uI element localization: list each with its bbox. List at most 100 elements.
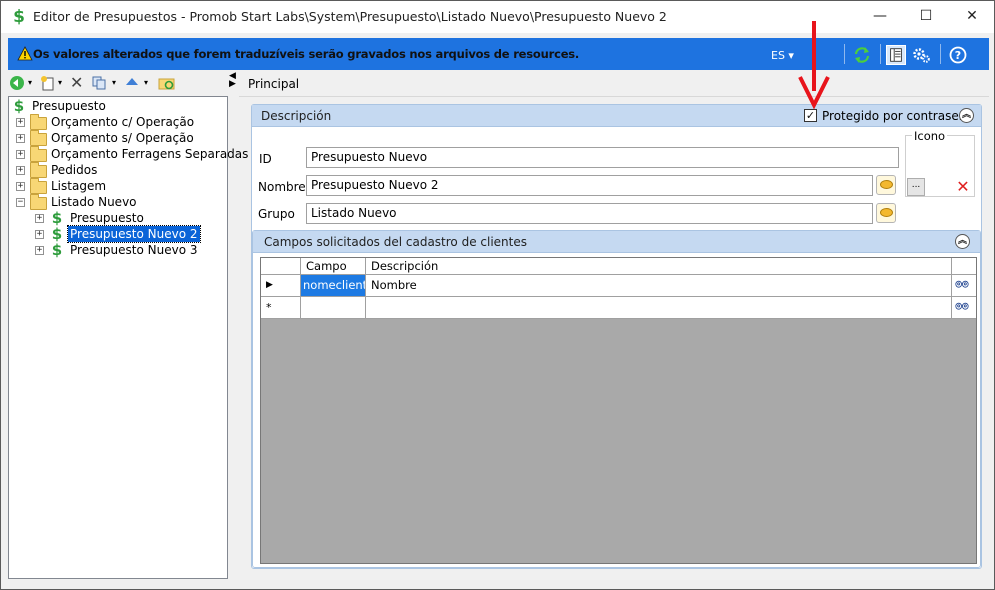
translate-group-button[interactable] — [876, 203, 896, 223]
fields-group: Campos solicitados del cadastro de clien… — [252, 230, 981, 568]
icon-label: Icono — [912, 129, 948, 143]
folder-icon — [30, 162, 47, 178]
tree-item[interactable]: Pedidos — [51, 162, 97, 178]
language-dropdown[interactable]: ES ▾ — [771, 49, 794, 62]
column-campo[interactable]: Campo — [301, 258, 366, 274]
campo-cell[interactable] — [301, 297, 366, 318]
speech-bubble-icon — [880, 208, 893, 217]
description-title: Descripción — [261, 109, 332, 123]
tree-item[interactable]: Orçamento c/ Operação — [51, 114, 194, 130]
dropdown-arrow-icon[interactable]: ▾ — [58, 75, 66, 91]
descripcion-cell[interactable] — [366, 297, 952, 318]
svg-text:?: ? — [955, 49, 961, 62]
table-row[interactable]: ▶ nomecliente Nombre ⌾⌾ — [261, 275, 976, 297]
root-dollar-icon: $ — [13, 97, 25, 115]
folder-icon — [30, 146, 47, 162]
tree-root[interactable]: Presupuesto — [32, 98, 106, 114]
expand-icon[interactable]: + — [35, 246, 44, 255]
refresh-folder-icon[interactable] — [158, 75, 176, 91]
folder-icon — [30, 178, 47, 194]
translate-name-button[interactable] — [876, 175, 896, 195]
minimize-button[interactable]: — — [857, 1, 903, 32]
title-bar: $ Editor de Presupuestos - Promob Start … — [1, 1, 994, 33]
maximize-button[interactable]: ☐ — [903, 1, 949, 32]
name-label: Nombre — [258, 180, 306, 194]
expand-icon[interactable]: + — [16, 118, 25, 127]
sync-icon[interactable] — [852, 45, 872, 65]
budget-tree: $ Presupuesto + Orçamento c/ Operação + … — [8, 96, 248, 579]
splitter-toggle[interactable]: ◀ ▶ — [229, 72, 238, 90]
descripcion-cell[interactable]: Nombre — [366, 275, 952, 296]
collapse-fields-icon[interactable]: ︽ — [955, 234, 970, 249]
description-header: Descripción ✓ Protegido por contraseña ︽ — [252, 105, 981, 127]
new-icon[interactable] — [40, 75, 56, 91]
warning-icon — [17, 46, 33, 61]
dropdown-arrow-icon[interactable]: ▾ — [144, 75, 152, 91]
tree-toolbar: ▾ ▾ ✕ ▾ ▾ — [8, 72, 228, 94]
expand-icon[interactable]: + — [16, 134, 25, 143]
settings-gears-icon[interactable] — [911, 45, 931, 65]
name-field[interactable]: Presupuesto Nuevo 2 — [306, 175, 873, 196]
budget-dollar-icon: $ — [51, 209, 63, 227]
help-icon[interactable]: ? — [948, 45, 968, 65]
folder-icon — [30, 130, 47, 146]
open-folder-icon — [30, 194, 47, 210]
fields-grid: Campo Descripción ▶ nomecliente Nombre ⌾… — [260, 257, 977, 564]
tab-principal[interactable]: Principal — [248, 77, 299, 91]
expand-icon[interactable]: + — [35, 230, 44, 239]
tree-item[interactable]: Listagem — [51, 178, 106, 194]
protected-label: Protegido por contraseña — [822, 109, 974, 123]
tree-item[interactable]: Orçamento Ferragens Separadas — [51, 146, 248, 162]
copy-icon[interactable] — [91, 75, 107, 91]
group-label: Grupo — [258, 207, 295, 221]
column-descripcion[interactable]: Descripción — [366, 258, 952, 274]
annotation-arrow-icon — [798, 21, 830, 110]
tree-child-selected[interactable]: Presupuesto Nuevo 2 — [67, 225, 201, 243]
fields-title: Campos solicitados del cadastro de clien… — [264, 235, 527, 249]
layout-icon[interactable] — [886, 45, 906, 65]
expand-icon[interactable]: + — [16, 182, 25, 191]
id-label: ID — [259, 152, 272, 166]
collapse-icon[interactable]: − — [16, 198, 25, 207]
row-header-cell — [261, 258, 301, 274]
description-group: Descripción ✓ Protegido por contraseña ︽… — [251, 104, 982, 569]
properties-panel: Principal Descripción ✓ Protegido por co… — [239, 72, 989, 582]
tree-child[interactable]: Presupuesto Nuevo 3 — [70, 242, 198, 258]
grid-header-row: Campo Descripción — [261, 258, 976, 275]
budget-dollar-icon: $ — [51, 241, 63, 259]
move-up-icon[interactable] — [125, 75, 139, 91]
tree-item[interactable]: Listado Nuevo — [51, 194, 137, 210]
browse-icon-button[interactable]: ... — [907, 178, 925, 196]
info-message: Os valores alterados que forem traduzíve… — [33, 47, 580, 61]
toolbar-separator — [844, 44, 845, 64]
campo-cell[interactable]: nomecliente — [301, 275, 366, 296]
new-row-indicator: * — [261, 297, 301, 318]
tree-child[interactable]: Presupuesto — [70, 210, 144, 226]
close-button[interactable]: ✕ — [949, 1, 995, 32]
row-indicator: ▶ — [261, 275, 301, 296]
clear-icon-x-icon[interactable]: ✕ — [955, 179, 971, 195]
binoculars-icon[interactable]: ⌾⌾ — [954, 278, 970, 292]
tree-item[interactable]: Orçamento s/ Operação — [51, 130, 194, 146]
back-icon[interactable] — [9, 75, 25, 91]
dropdown-arrow-icon[interactable]: ▾ — [28, 75, 36, 91]
budget-dollar-icon: $ — [51, 225, 63, 243]
delete-icon[interactable]: ✕ — [70, 75, 86, 91]
toolbar-separator — [880, 44, 881, 64]
group-field[interactable]: Listado Nuevo — [306, 203, 873, 224]
expand-icon[interactable]: + — [16, 150, 25, 159]
dropdown-arrow-icon[interactable]: ▾ — [112, 75, 120, 91]
app-dollar-icon: $ — [13, 7, 25, 27]
window-title: Editor de Presupuestos - Promob Start La… — [33, 9, 667, 24]
expand-icon[interactable]: + — [35, 214, 44, 223]
expand-icon[interactable]: + — [16, 166, 25, 175]
folder-icon — [30, 114, 47, 130]
editor-window: $ Editor de Presupuestos - Promob Start … — [0, 0, 995, 590]
new-table-row[interactable]: * ⌾⌾ — [261, 297, 976, 319]
tab-divider — [239, 96, 989, 97]
fields-header: Campos solicitados del cadastro de clien… — [253, 231, 980, 253]
info-bar: Os valores alterados que forem traduzíve… — [8, 38, 989, 70]
collapse-description-icon[interactable]: ︽ — [959, 108, 974, 123]
id-field[interactable]: Presupuesto Nuevo — [306, 147, 899, 168]
binoculars-icon[interactable]: ⌾⌾ — [954, 300, 970, 314]
